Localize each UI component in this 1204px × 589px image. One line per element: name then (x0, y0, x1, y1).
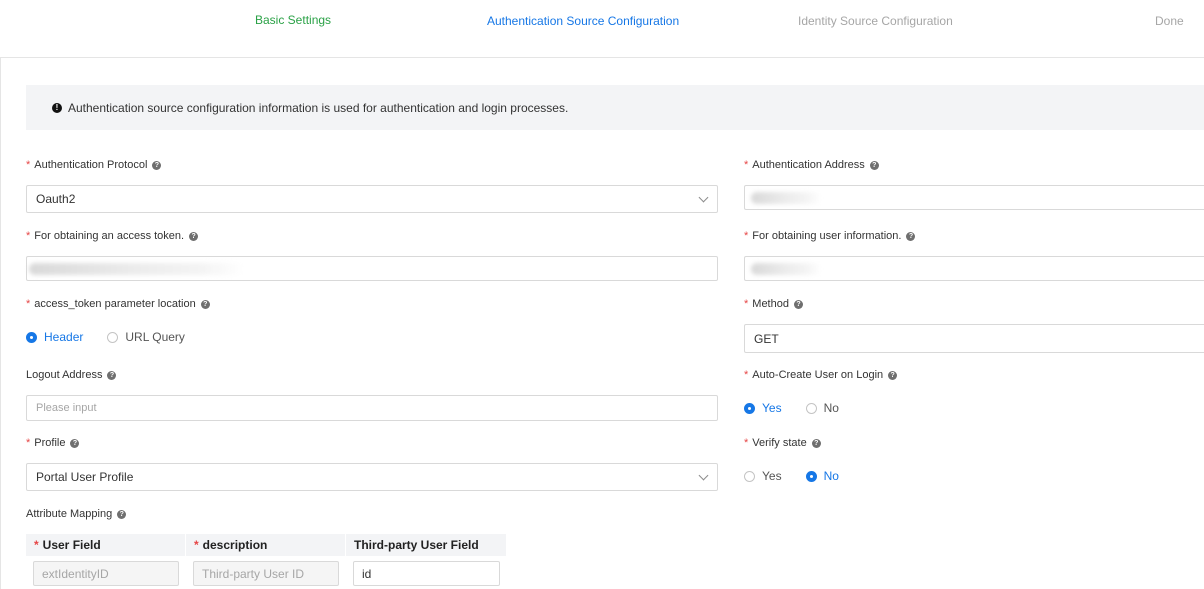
auth-protocol-label: * Authentication Protocol ? (26, 159, 162, 171)
help-icon[interactable]: ? (152, 160, 162, 170)
radio-dot[interactable] (744, 402, 755, 414)
auth-address-label: * Authentication Address ? (744, 159, 879, 171)
profile-label: * Profile ? (26, 437, 80, 449)
help-icon[interactable]: ? (906, 231, 916, 241)
required-mark: * (744, 298, 749, 310)
auth-protocol-select[interactable]: Oauth2 (26, 185, 718, 213)
column-header-third-party-field: Third-party User Field (346, 534, 506, 556)
required-mark: * (26, 437, 31, 449)
profile-value: Portal User Profile (36, 470, 134, 484)
required-mark: * (26, 159, 31, 171)
step-identity-source[interactable]: Identity Source Configuration (798, 14, 953, 28)
help-icon[interactable]: ? (811, 438, 821, 448)
auto-create-user-radio-group: Yes No (744, 401, 863, 415)
step-authentication-source[interactable]: Authentication Source Configuration (487, 14, 679, 28)
access-token-url-label: * For obtaining an access token. ? (26, 230, 199, 242)
token-location-label: * access_token parameter location ? (26, 298, 210, 310)
token-location-radio-group: Header URL Query (26, 330, 209, 344)
redacted-value (751, 263, 821, 275)
info-text: Authentication source configuration info… (68, 100, 569, 115)
required-mark: * (26, 298, 31, 310)
auto-create-user-label: * Auto-Create User on Login ? (744, 369, 898, 381)
panel-border (0, 58, 1, 589)
help-icon[interactable]: ? (117, 509, 127, 519)
logout-address-input[interactable]: Please input (26, 395, 718, 421)
required-mark: * (744, 437, 749, 449)
radio-dot[interactable] (744, 470, 755, 482)
help-icon[interactable]: ? (200, 299, 210, 309)
required-mark: * (744, 369, 749, 381)
exclamation-icon: ! (52, 102, 62, 113)
radio-dot[interactable] (26, 331, 37, 343)
radio-dot[interactable] (107, 331, 119, 343)
info-banner: ! Authentication source configuration in… (26, 85, 1204, 130)
verify-state-radio-group: Yes No (744, 469, 863, 483)
radio-auto-create-no[interactable]: No (805, 401, 839, 415)
chevron-down-icon (698, 192, 709, 202)
verify-state-label: * Verify state ? (744, 437, 821, 449)
radio-url-query[interactable]: URL Query (107, 330, 185, 344)
third-party-field-input[interactable]: id (353, 561, 500, 586)
column-header-description: * description (186, 534, 345, 556)
logout-address-label: Logout Address ? (26, 369, 117, 381)
method-label: * Method ? (744, 298, 803, 310)
method-value: GET (754, 331, 779, 346)
radio-dot[interactable] (805, 402, 817, 414)
radio-verify-no[interactable]: No (805, 469, 839, 483)
step-basic-settings[interactable]: Basic Settings (255, 13, 331, 27)
steps-header: Basic Settings Authentication Source Con… (0, 0, 1204, 58)
column-header-user-field: * User Field (26, 534, 185, 556)
redacted-value (29, 263, 244, 275)
description-cell: Third-party User ID (193, 561, 339, 586)
help-icon[interactable]: ? (107, 370, 117, 380)
help-icon[interactable]: ? (869, 160, 879, 170)
user-info-url-input[interactable] (744, 256, 1204, 281)
chevron-down-icon (698, 470, 709, 480)
attribute-mapping-label: Attribute Mapping ? (26, 508, 127, 520)
help-icon[interactable]: ? (888, 370, 898, 380)
logout-address-placeholder: Please input (36, 402, 97, 414)
radio-header[interactable]: Header (26, 330, 83, 344)
radio-dot[interactable] (805, 470, 817, 482)
access-token-url-input[interactable] (26, 256, 718, 281)
auth-protocol-value: Oauth2 (36, 192, 76, 206)
required-mark: * (34, 538, 39, 552)
radio-verify-yes[interactable]: Yes (744, 469, 782, 483)
auth-address-input[interactable] (744, 185, 1204, 210)
required-mark: * (744, 230, 749, 242)
help-icon[interactable]: ? (70, 438, 80, 448)
radio-auto-create-yes[interactable]: Yes (744, 401, 782, 415)
redacted-value (751, 192, 821, 204)
help-icon[interactable]: ? (793, 299, 803, 309)
step-done[interactable]: Done (1155, 14, 1184, 28)
required-mark: * (744, 159, 749, 171)
required-mark: * (194, 538, 199, 552)
user-field-cell: extIdentityID (33, 561, 179, 586)
method-select[interactable]: GET (744, 324, 1204, 353)
user-info-url-label: * For obtaining user information. ? (744, 230, 916, 242)
required-mark: * (26, 230, 31, 242)
help-icon[interactable]: ? (189, 231, 199, 241)
profile-select[interactable]: Portal User Profile (26, 463, 718, 491)
